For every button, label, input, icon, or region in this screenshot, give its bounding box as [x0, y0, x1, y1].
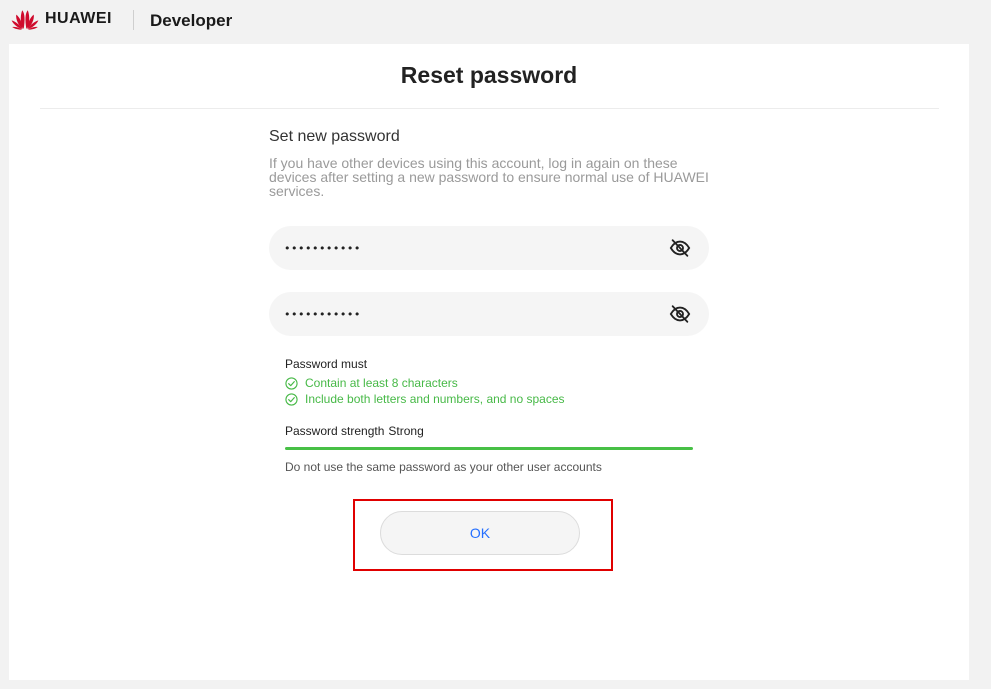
site-name[interactable]: Developer	[150, 11, 232, 31]
password-rules-heading: Password must	[285, 357, 368, 371]
eye-hidden-icon[interactable]	[669, 303, 691, 325]
section-subtitle: Set new password	[269, 128, 400, 145]
reset-password-card: Reset password Set new password If you h…	[9, 44, 969, 680]
huawei-flower-icon	[11, 10, 39, 30]
huawei-logo[interactable]: HUAWEI	[10, 8, 112, 30]
password-note: Do not use the same password as your oth…	[285, 460, 602, 474]
new-password-field[interactable]	[269, 226, 709, 270]
password-strength-label: Password strength	[285, 424, 385, 438]
header-separator	[133, 10, 134, 30]
confirm-password-field[interactable]	[269, 292, 709, 336]
password-strength: Password strength Strong	[285, 424, 424, 438]
ok-button[interactable]: OK	[380, 511, 580, 555]
top-bar: HUAWEI Developer	[0, 0, 991, 44]
password-rule: Include both letters and numbers, and no…	[285, 392, 565, 406]
strength-bar-fill	[285, 447, 693, 450]
eye-hidden-icon[interactable]	[669, 237, 691, 259]
password-rule-text: Include both letters and numbers, and no…	[305, 392, 565, 406]
section-description: If you have other devices using this acc…	[269, 155, 709, 199]
password-strength-value: Strong	[388, 424, 424, 438]
password-rule-text: Contain at least 8 characters	[305, 376, 458, 390]
password-rule: Contain at least 8 characters	[285, 376, 458, 390]
check-circle-icon	[285, 392, 298, 406]
new-password-input[interactable]	[284, 226, 654, 270]
strength-bar	[285, 447, 693, 450]
page-title: Reset password	[400, 62, 578, 88]
confirm-password-input[interactable]	[284, 292, 654, 336]
brand-name: HUAWEI	[45, 10, 112, 27]
check-circle-icon	[285, 376, 298, 390]
title-divider	[40, 108, 939, 109]
